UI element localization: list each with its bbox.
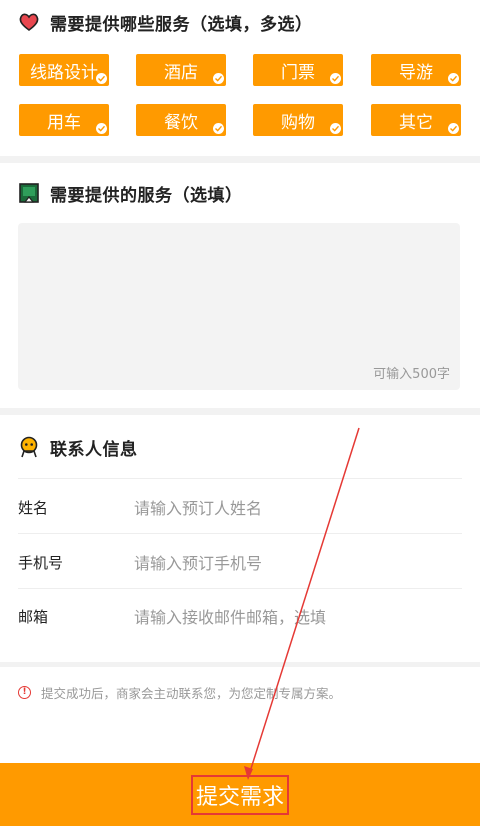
- email-input[interactable]: 请输入接收邮件邮箱，选填: [134, 604, 326, 628]
- check-icon: [96, 73, 107, 84]
- tag-shopping[interactable]: 购物: [253, 104, 343, 136]
- tag-label: 用车: [47, 112, 81, 133]
- tag-label: 餐饮: [164, 112, 198, 133]
- phone-row: 手机号 请输入预订手机号: [0, 535, 480, 589]
- tag-label: 线路设计: [30, 62, 98, 83]
- check-icon: [330, 73, 341, 84]
- tag-ticket[interactable]: 门票: [253, 54, 343, 86]
- tag-label: 导游: [399, 62, 433, 83]
- email-label: 邮箱: [18, 607, 49, 626]
- divider: [18, 478, 462, 479]
- services-section: 需要提供哪些服务（选填，多选） 线路设计 酒店 门票 导游 用车 餐饮 购物 其…: [0, 0, 480, 156]
- char-limit-hint: 可输入500字: [373, 367, 450, 382]
- tag-label: 其它: [399, 112, 433, 133]
- phone-input[interactable]: 请输入预订手机号: [134, 550, 262, 574]
- contact-title: 联系人信息: [18, 435, 138, 460]
- warning-icon: !: [18, 686, 31, 699]
- services-title: 需要提供哪些服务（选填，多选）: [18, 10, 313, 35]
- detail-title: 需要提供的服务（选填）: [18, 181, 243, 206]
- tag-route-design[interactable]: 线路设计: [19, 54, 109, 86]
- check-icon: [96, 123, 107, 134]
- tag-other[interactable]: 其它: [371, 104, 461, 136]
- service-detail-textarea[interactable]: 可输入500字: [18, 223, 460, 390]
- check-icon: [330, 123, 341, 134]
- notice: ! 提交成功后，商家会主动联系您，为您定制专属方案。: [18, 683, 341, 702]
- name-label: 姓名: [18, 498, 49, 517]
- tag-guide[interactable]: 导游: [371, 54, 461, 86]
- tag-label: 门票: [281, 62, 315, 83]
- section-gap: [0, 408, 480, 415]
- tag-label: 酒店: [164, 62, 198, 83]
- heart-icon: [18, 11, 40, 33]
- tag-dining[interactable]: 餐饮: [136, 104, 226, 136]
- name-row: 姓名 请输入预订人姓名: [0, 480, 480, 534]
- notice-text: 提交成功后，商家会主动联系您，为您定制专属方案。: [41, 686, 342, 701]
- check-icon: [213, 123, 224, 134]
- name-input[interactable]: 请输入预订人姓名: [134, 495, 262, 519]
- tag-car[interactable]: 用车: [19, 104, 109, 136]
- person-icon: [18, 436, 40, 458]
- tag-hotel[interactable]: 酒店: [136, 54, 226, 86]
- section-gap: [0, 156, 480, 163]
- check-icon: [213, 73, 224, 84]
- phone-label: 手机号: [18, 553, 64, 572]
- section-gap: [0, 662, 480, 667]
- flag-icon: [18, 182, 40, 204]
- email-row: 邮箱 请输入接收邮件邮箱，选填: [0, 589, 480, 643]
- check-icon: [448, 123, 459, 134]
- submit-button[interactable]: 提交需求: [0, 763, 480, 826]
- check-icon: [448, 73, 459, 84]
- divider: [18, 533, 462, 534]
- tag-label: 购物: [281, 112, 315, 133]
- submit-label: 提交需求: [190, 774, 289, 815]
